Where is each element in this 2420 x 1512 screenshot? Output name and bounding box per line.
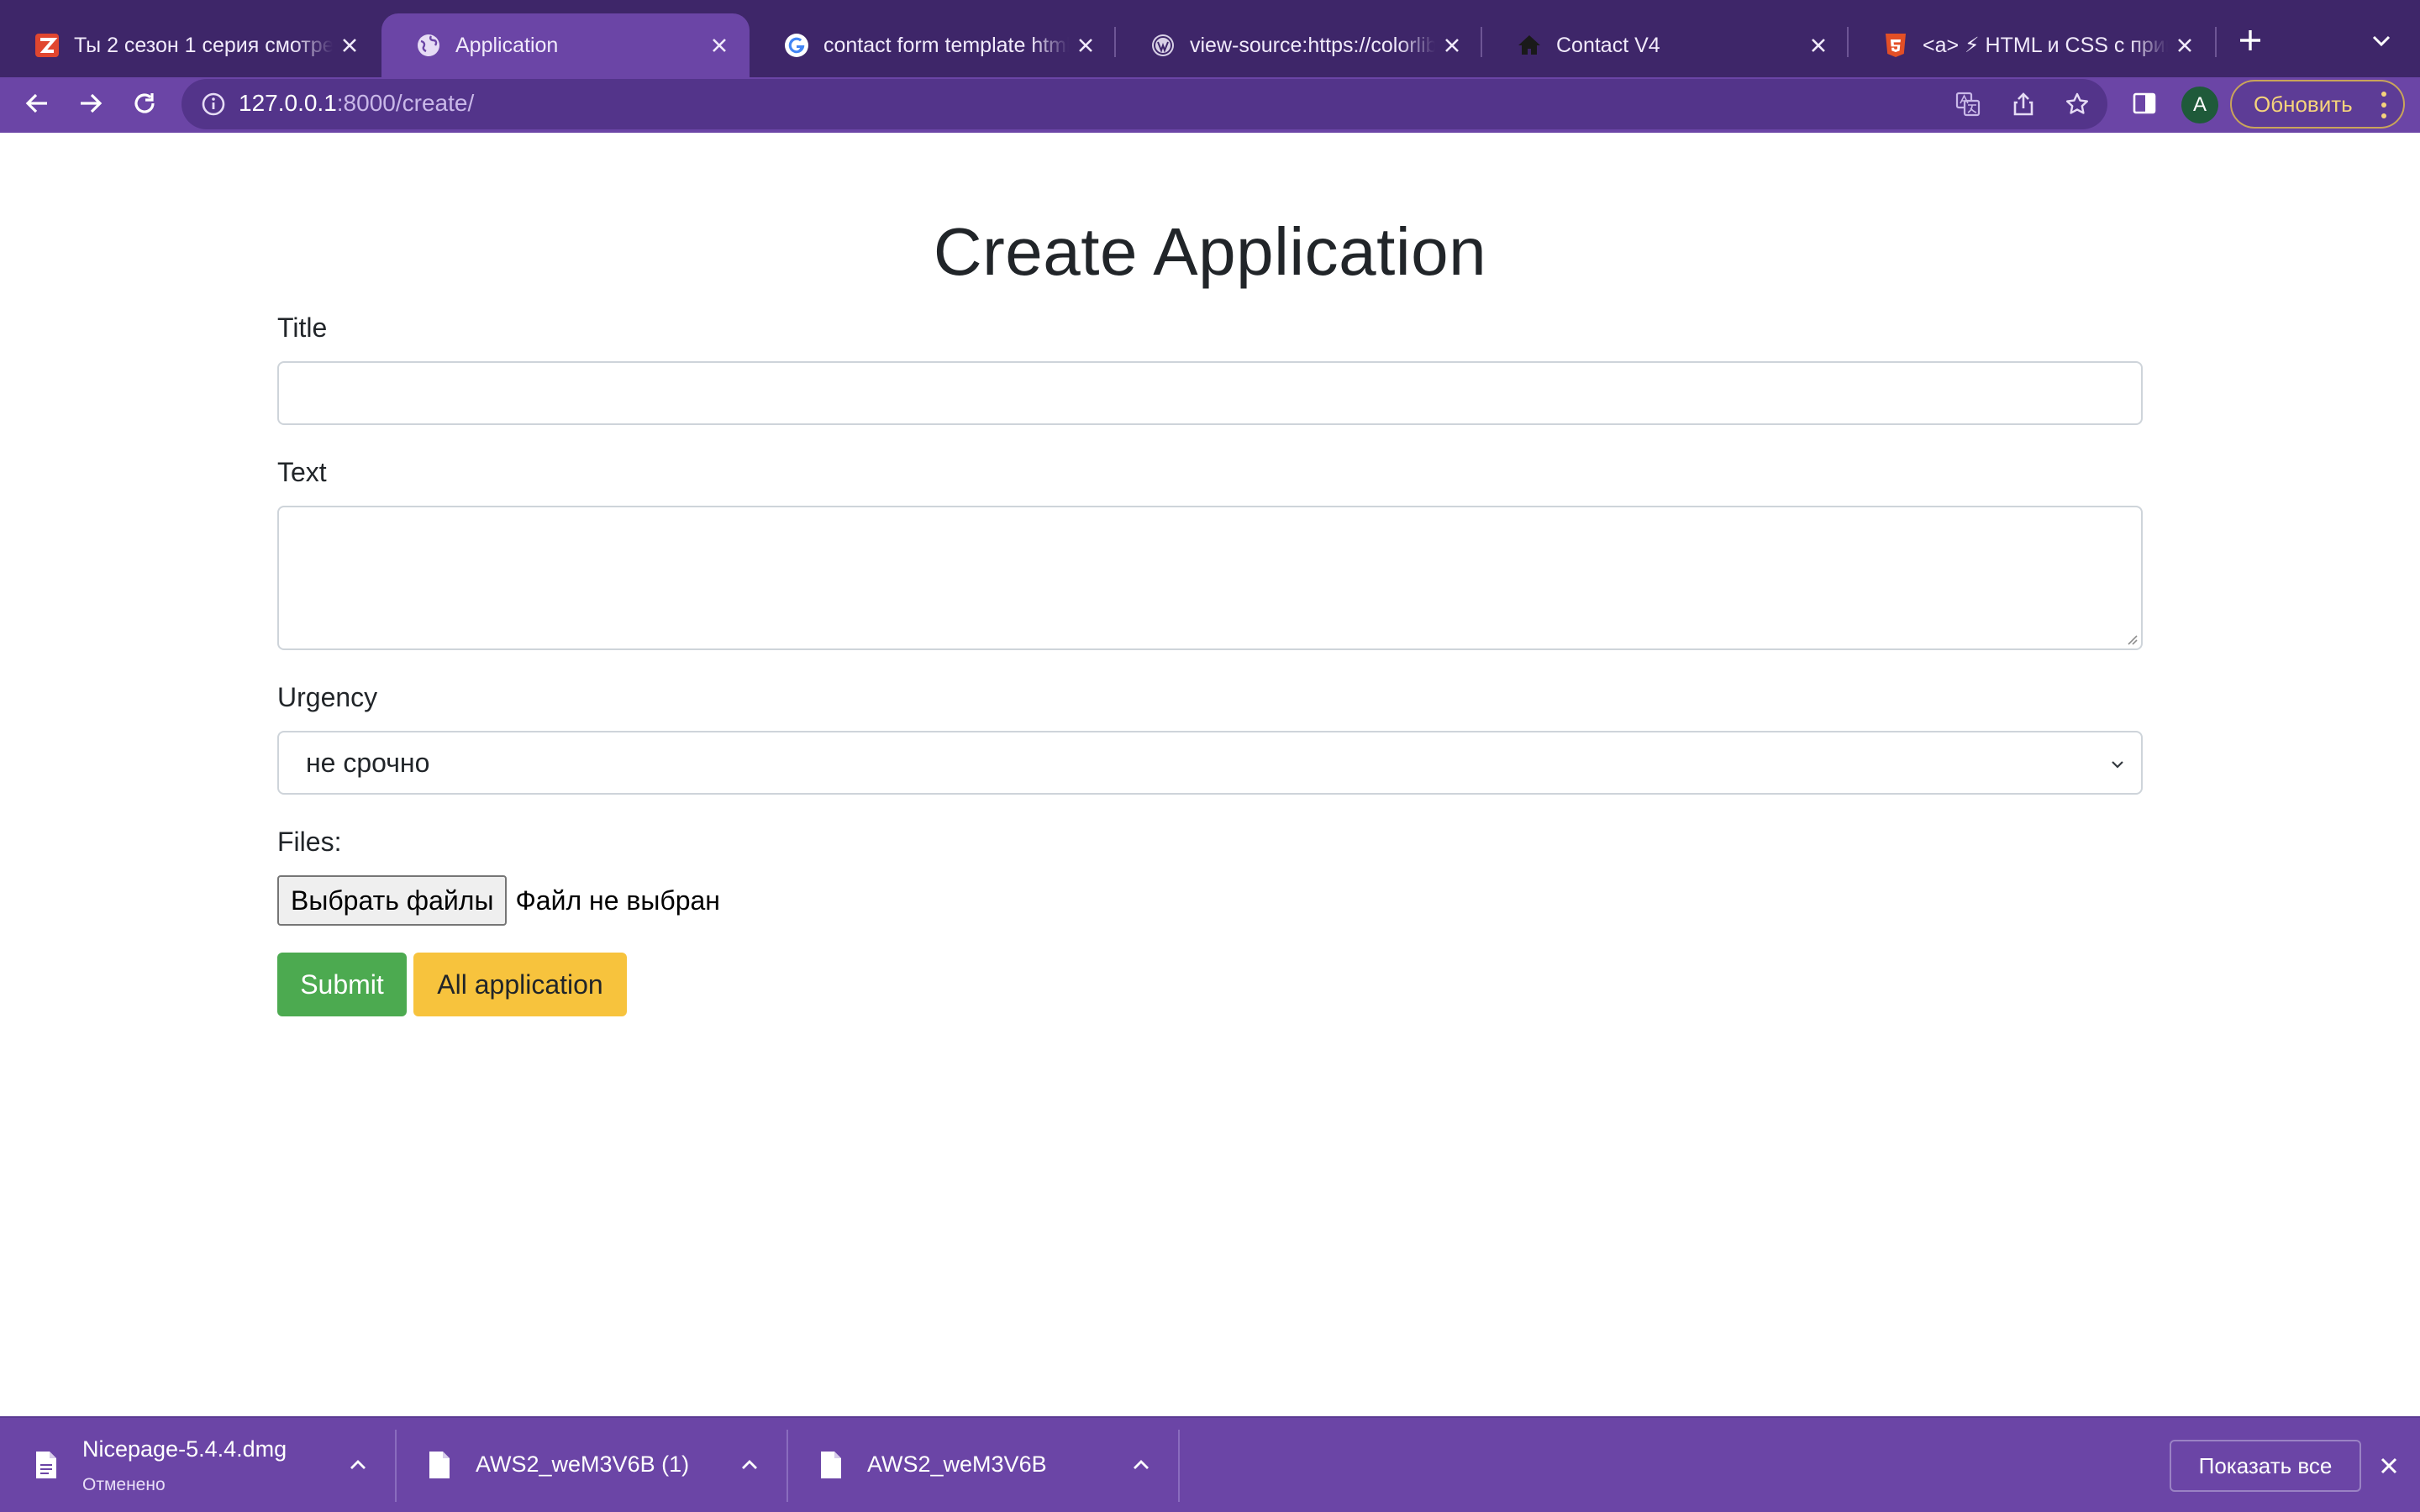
html5-icon	[1882, 32, 1909, 59]
close-icon[interactable]	[1435, 29, 1469, 62]
forward-button[interactable]	[69, 83, 113, 127]
text-textarea[interactable]	[277, 506, 2143, 650]
download-filename: AWS2_weM3V6B (1)	[476, 1452, 690, 1477]
file-picker: Выбрать файлы Файл не выбран	[277, 875, 720, 926]
title-label: Title	[277, 312, 328, 343]
menu-dots-icon	[2381, 92, 2388, 118]
browser-toolbar: 127.0.0.1:8000/create/ A Обновить	[0, 77, 2420, 133]
tab-separator	[2215, 27, 2217, 57]
file-icon	[429, 1452, 450, 1478]
chevron-down-icon	[2112, 761, 2123, 769]
close-icon[interactable]	[2168, 29, 2202, 62]
tab-contact-v4[interactable]: Contact V4	[1482, 13, 1849, 77]
google-icon	[783, 32, 810, 59]
download-separator	[1178, 1430, 1180, 1502]
choose-files-button[interactable]: Выбрать файлы	[277, 875, 508, 926]
download-status: Отменено	[82, 1475, 166, 1494]
download-filename: Nicepage-5.4.4.dmg	[82, 1436, 287, 1462]
tab-google-search[interactable]: contact form template html	[750, 13, 1116, 77]
back-button[interactable]	[15, 83, 59, 127]
update-button[interactable]: Обновить	[2230, 80, 2405, 129]
submit-button[interactable]: Submit	[277, 953, 407, 1016]
tab-title: Ты 2 сезон 1 серия смотреть	[74, 33, 333, 57]
download-filename: AWS2_weM3V6B	[867, 1452, 1047, 1477]
urgency-select[interactable]: не срочно	[277, 731, 2143, 795]
tab-title: view-source:https://colorlib	[1190, 33, 1435, 57]
globe-icon	[415, 32, 442, 59]
tab-html-css[interactable]: <a> ⚡ HTML и CSS с примерами	[1849, 13, 2215, 77]
page-title: Create Application	[933, 214, 1487, 289]
new-tab-button[interactable]	[2230, 22, 2270, 62]
close-icon[interactable]	[1069, 29, 1102, 62]
page-content: Create Application Title Text Urgency не…	[0, 133, 2420, 1416]
tab-zona[interactable]: Ты 2 сезон 1 серия смотреть	[0, 13, 380, 77]
chevron-up-icon[interactable]	[1128, 1452, 1155, 1478]
show-all-downloads-button[interactable]: Показать все	[2170, 1440, 2361, 1492]
tab-title: Application	[455, 33, 559, 57]
plus-icon	[2238, 29, 2262, 56]
download-item[interactable]: AWS2_weM3V6B	[785, 1418, 1180, 1512]
chevron-up-icon[interactable]	[345, 1452, 371, 1478]
chevron-up-icon[interactable]	[736, 1452, 763, 1478]
update-label: Обновить	[2254, 91, 2353, 117]
title-input[interactable]	[277, 361, 2143, 425]
chevron-down-icon	[2371, 30, 2391, 55]
resize-grip-icon[interactable]	[2124, 632, 2138, 645]
address-bar[interactable]: 127.0.0.1:8000/create/	[182, 79, 2107, 129]
close-icon[interactable]	[2373, 1450, 2405, 1482]
zona-logo-icon	[34, 32, 60, 59]
side-panel-icon	[2132, 91, 2157, 120]
reload-button[interactable]	[123, 83, 166, 127]
home-icon	[1516, 32, 1543, 59]
avatar[interactable]: A	[2181, 87, 2218, 123]
file-icon	[36, 1452, 56, 1478]
urgency-label: Urgency	[277, 682, 378, 712]
text-label: Text	[277, 457, 327, 487]
all-applications-button[interactable]: All application	[413, 953, 627, 1016]
bookmark-star-icon[interactable]	[2060, 87, 2094, 121]
close-icon[interactable]	[1802, 29, 1835, 62]
tab-application[interactable]: Application	[381, 13, 750, 77]
file-icon	[821, 1452, 841, 1478]
wordpress-icon	[1150, 32, 1176, 59]
downloads-bar: Nicepage-5.4.4.dmg Отменено AWS2_weM3V6B…	[0, 1416, 2420, 1512]
tab-title: <a> ⚡ HTML и CSS с примерами	[1923, 34, 2168, 57]
file-status: Файл не выбран	[515, 885, 720, 916]
urgency-selected-value: не срочно	[306, 747, 430, 778]
close-icon[interactable]	[702, 29, 736, 62]
url-text: 127.0.0.1:8000/create/	[239, 90, 475, 116]
files-label: Files:	[277, 827, 342, 857]
close-icon[interactable]	[333, 29, 366, 62]
side-panel-button[interactable]	[2123, 83, 2166, 127]
download-item[interactable]: Nicepage-5.4.4.dmg Отменено	[0, 1418, 395, 1512]
arrow-right-icon	[78, 91, 103, 120]
reload-icon	[132, 91, 157, 120]
arrow-left-icon	[24, 91, 50, 120]
info-icon[interactable]	[198, 89, 229, 119]
translate-icon[interactable]	[1951, 87, 1985, 121]
tab-search-button[interactable]	[2363, 24, 2400, 60]
share-icon[interactable]	[2007, 87, 2040, 121]
tab-title: Contact V4	[1556, 33, 1660, 57]
download-item[interactable]: AWS2_weM3V6B (1)	[393, 1418, 788, 1512]
tab-view-source[interactable]: view-source:https://colorlib	[1116, 13, 1482, 77]
tab-title: contact form template html	[823, 33, 1069, 57]
browser-tab-strip: Ты 2 сезон 1 серия смотреть Application …	[0, 0, 2420, 77]
